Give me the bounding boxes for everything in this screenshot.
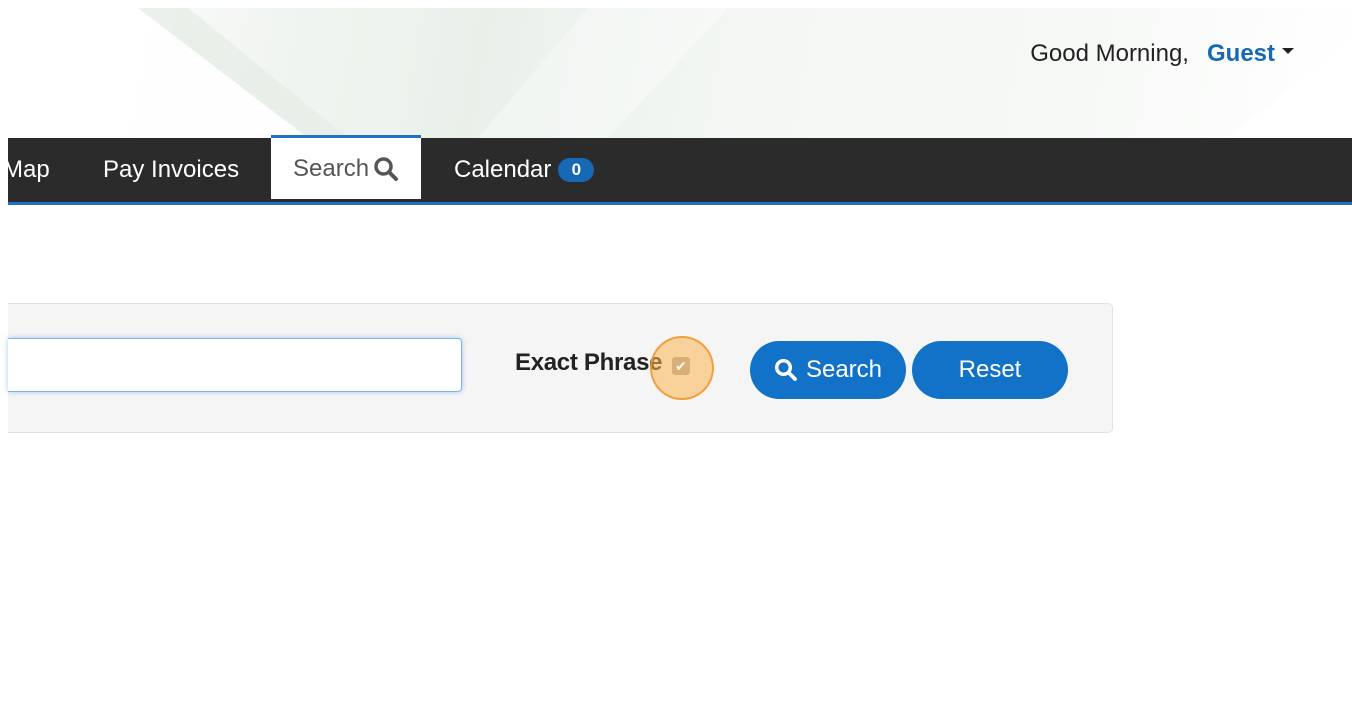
caret-down-icon bbox=[1282, 48, 1294, 54]
page: Good Morning, Guest Map Pay Invoices Sea… bbox=[0, 0, 1352, 717]
nav-item-map[interactable]: Map bbox=[3, 138, 50, 202]
search-icon bbox=[374, 156, 399, 181]
reset-button-label: Reset bbox=[958, 356, 1022, 383]
checkmark-icon: ✔ bbox=[675, 358, 687, 374]
search-panel: Exact Phrase ✔ Search Reset bbox=[8, 303, 1113, 433]
search-input[interactable] bbox=[8, 338, 462, 392]
search-icon bbox=[774, 358, 797, 381]
header-background-graphic bbox=[8, 8, 1352, 138]
exact-phrase-checkbox[interactable]: ✔ bbox=[672, 357, 690, 375]
main-nav: Map Pay Invoices Search Calendar 0 bbox=[3, 135, 1352, 205]
nav-item-search[interactable]: Search bbox=[271, 135, 422, 199]
greeting-text: Good Morning, bbox=[1030, 40, 1189, 67]
nav-item-label: Search bbox=[293, 154, 370, 182]
nav-item-label: Map bbox=[3, 156, 50, 183]
greeting: Good Morning, Guest bbox=[1030, 40, 1294, 68]
search-button-label: Search bbox=[805, 356, 883, 383]
header-banner: Good Morning, Guest bbox=[8, 8, 1352, 138]
calendar-count-badge: 0 bbox=[558, 158, 595, 182]
nav-item-calendar[interactable]: Calendar 0 bbox=[454, 138, 595, 202]
nav-item-label: Calendar bbox=[454, 156, 552, 183]
user-name: Guest bbox=[1206, 40, 1275, 67]
reset-button[interactable]: Reset bbox=[912, 341, 1068, 399]
nav-item-pay-invoices[interactable]: Pay Invoices bbox=[103, 138, 239, 202]
search-button[interactable]: Search bbox=[750, 341, 906, 399]
exact-phrase-label: Exact Phrase bbox=[515, 349, 663, 376]
nav-item-label: Pay Invoices bbox=[103, 156, 240, 183]
user-menu[interactable]: Guest bbox=[1207, 40, 1294, 68]
